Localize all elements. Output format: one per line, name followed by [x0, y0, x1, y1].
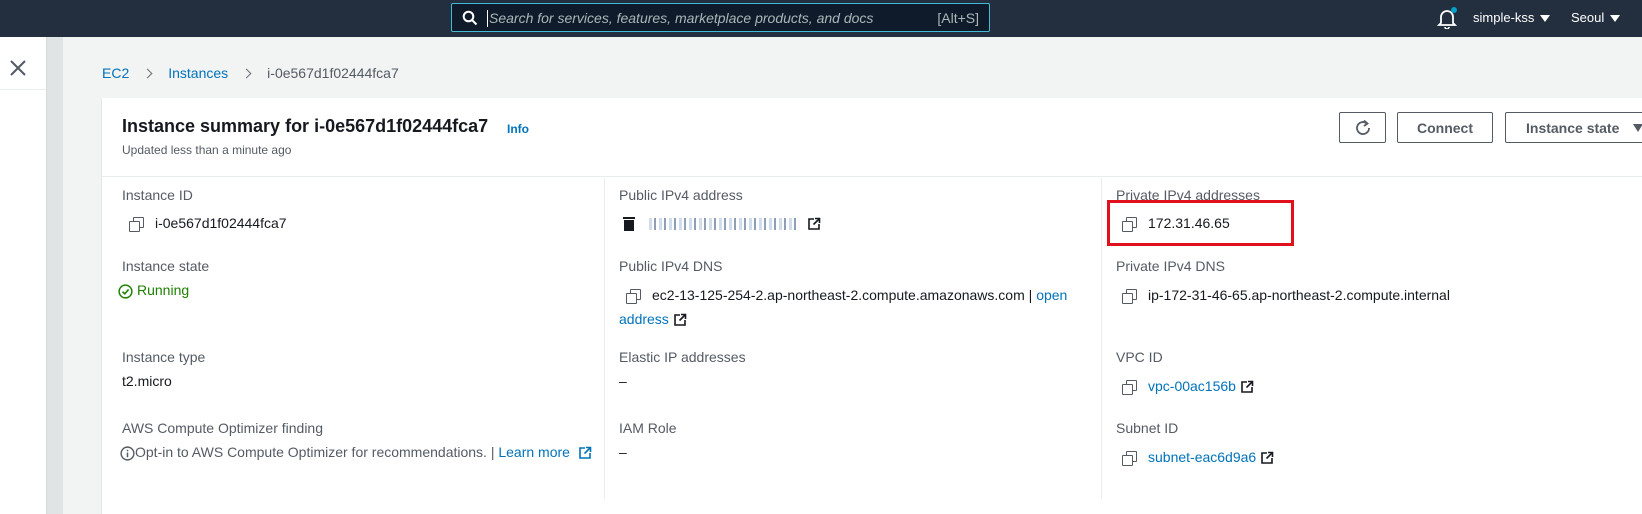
refresh-button[interactable]: [1339, 112, 1386, 143]
copy-icon[interactable]: [626, 289, 641, 305]
drawer-divider: [0, 89, 46, 90]
vpc-id-link[interactable]: vpc-00ac156b: [1148, 378, 1236, 394]
top-nav: [Alt+S] simple-kss Seoul: [0, 0, 1642, 37]
iam-role-label: IAM Role: [619, 420, 677, 436]
caret-down-icon: [1610, 15, 1621, 23]
region-menu[interactable]: Seoul: [1571, 10, 1621, 25]
subnet-id-link[interactable]: subnet-eac6d9a6: [1148, 449, 1256, 465]
notifications-button[interactable]: [1436, 7, 1458, 30]
breadcrumb-current: i-0e567d1f02444fca7: [267, 65, 399, 81]
subnet-id-value: subnet-eac6d9a6: [1122, 449, 1274, 467]
public-ipv4-value: [623, 215, 821, 232]
instance-state-button[interactable]: Instance state: [1505, 112, 1642, 143]
iam-role-value: –: [619, 444, 627, 460]
region-name: Seoul: [1571, 10, 1605, 25]
external-link-icon[interactable]: [1240, 380, 1254, 394]
search-shortcut: [Alt+S]: [937, 10, 979, 26]
instance-id-value: i-0e567d1f02444fca7: [129, 215, 287, 233]
open-address-link[interactable]: open: [1036, 287, 1067, 303]
separator: |: [1028, 287, 1033, 303]
copy-icon[interactable]: [1122, 451, 1137, 467]
vpc-id-label: VPC ID: [1116, 349, 1163, 365]
instance-id-label: Instance ID: [122, 187, 193, 203]
chevron-right-icon: [241, 68, 252, 78]
info-circle-icon: [120, 446, 135, 461]
copy-icon[interactable]: [1122, 289, 1137, 305]
elastic-ip-value: –: [619, 373, 627, 389]
running-text: Running: [137, 282, 190, 298]
chevron-right-icon: [142, 68, 153, 78]
connect-button[interactable]: Connect: [1397, 112, 1493, 143]
external-link-icon[interactable]: [578, 446, 592, 460]
instance-type-label: Instance type: [122, 349, 206, 365]
private-dns-text: ip-172-31-46-65.ap-northeast-2.compute.i…: [1148, 287, 1450, 303]
learn-more-link[interactable]: Learn more: [498, 444, 570, 460]
optimizer-value: Opt-in to AWS Compute Optimizer for reco…: [120, 444, 592, 461]
instance-state-label: Instance state: [1526, 119, 1620, 136]
notification-dot: [1451, 7, 1457, 13]
instance-summary-panel: Instance summary for i-0e567d1f02444fca7…: [102, 98, 1642, 514]
column-divider: [1101, 178, 1102, 499]
public-dns-value: ec2-13-125-254-2.ap-northeast-2.compute.…: [626, 287, 1067, 305]
breadcrumb-ec2[interactable]: EC2: [102, 65, 129, 81]
public-ipv4-label: Public IPv4 address: [619, 187, 743, 203]
instance-state-field-label: Instance state: [122, 258, 210, 274]
breadcrumb-instances[interactable]: Instances: [168, 65, 228, 81]
instance-type-value: t2.micro: [122, 373, 172, 389]
highlight-box: [1107, 200, 1294, 246]
redacted-ip: [649, 218, 799, 231]
column-divider: [604, 178, 605, 499]
external-link-icon[interactable]: [807, 217, 821, 231]
optimizer-label: AWS Compute Optimizer finding: [122, 420, 323, 436]
public-dns-text: ec2-13-125-254-2.ap-northeast-2.compute.…: [652, 287, 1025, 303]
copy-icon[interactable]: [129, 217, 144, 233]
instance-id-text: i-0e567d1f02444fca7: [155, 215, 287, 231]
private-dns-label: Private IPv4 DNS: [1116, 258, 1225, 274]
optimizer-text: Opt-in to AWS Compute Optimizer for reco…: [135, 444, 495, 460]
account-name: simple-kss: [1473, 10, 1535, 25]
drawer-scrollbar[interactable]: [46, 37, 63, 514]
info-link[interactable]: Info: [507, 122, 529, 136]
text-caret: [487, 10, 488, 27]
side-drawer: [0, 37, 46, 514]
panel-header: Instance summary for i-0e567d1f02444fca7…: [102, 98, 1642, 177]
search-icon: [462, 10, 478, 26]
open-address-link-continued[interactable]: address: [619, 311, 669, 327]
page-title: Instance summary for i-0e567d1f02444fca7: [122, 116, 489, 136]
updated-text: Updated less than a minute ago: [122, 143, 292, 157]
caret-down-icon: [1633, 123, 1642, 132]
refresh-icon: [1355, 119, 1370, 135]
copy-icon[interactable]: [1122, 380, 1137, 396]
vpc-id-value: vpc-00ac156b: [1122, 378, 1254, 396]
open-address-link-wrap: address: [619, 311, 687, 327]
elastic-ip-label: Elastic IP addresses: [619, 349, 746, 365]
private-dns-value: ip-172-31-46-65.ap-northeast-2.compute.i…: [1122, 287, 1450, 305]
caret-down-icon: [1540, 15, 1551, 23]
search-input[interactable]: [489, 4, 909, 31]
instance-state-value: Running: [118, 282, 189, 299]
subnet-id-label: Subnet ID: [1116, 420, 1179, 436]
copy-icon[interactable]: [623, 217, 635, 232]
public-dns-label: Public IPv4 DNS: [619, 258, 723, 274]
external-link-icon[interactable]: [673, 313, 687, 327]
close-icon[interactable]: [8, 58, 28, 78]
breadcrumb: EC2 Instances i-0e567d1f02444fca7: [102, 65, 399, 81]
check-circle-icon: [118, 284, 133, 299]
external-link-icon[interactable]: [1260, 451, 1274, 465]
account-menu[interactable]: simple-kss: [1473, 10, 1551, 25]
search-box[interactable]: [Alt+S]: [451, 3, 990, 32]
